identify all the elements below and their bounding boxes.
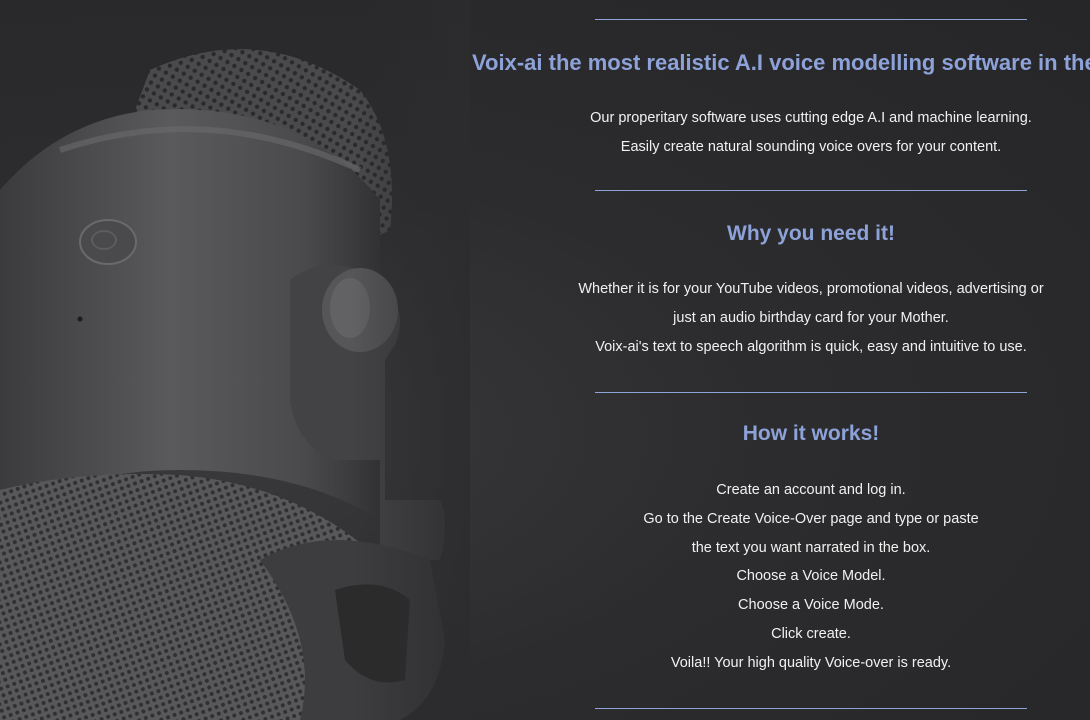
how-step: Choose a Voice Mode. [738, 597, 884, 614]
how-step: Click create. [771, 625, 851, 642]
section-divider [595, 190, 1027, 191]
how-step: Create an account and log in. [716, 482, 906, 498]
how-steps: Create an account and log in. Go to the … [470, 476, 1090, 678]
hero-description: Our properitary software uses cutting ed… [470, 104, 1090, 162]
how-step: Go to the Create Voice-Over page and typ… [643, 510, 979, 527]
content-column: Voix-ai the most realistic A.I voice mod… [470, 0, 1090, 720]
how-step: Voila!! Your high quality Voice-over is … [670, 654, 952, 671]
hero-line: Easily create natural sounding voice ove… [620, 138, 1002, 155]
hero-title: Voix-ai the most realistic A.I voice mod… [472, 50, 1090, 75]
why-line: Whether it is for your YouTube videos, p… [578, 281, 1044, 297]
how-step: Choose a Voice Model. [736, 568, 886, 585]
hero-line: Our properitary software uses cutting ed… [590, 110, 1032, 126]
how-step: the text you want narrated in the box. [691, 539, 931, 556]
bottom-divider [595, 708, 1027, 709]
why-line: just an audio birthday card for your Mot… [673, 309, 949, 326]
how-heading: How it works! [742, 422, 880, 445]
top-divider [595, 19, 1027, 20]
why-line: Voix-ai's text to speech algorithm is qu… [595, 338, 1027, 355]
why-description: Whether it is for your YouTube videos, p… [470, 275, 1090, 361]
section-divider [595, 392, 1027, 393]
microphone-background-image [0, 0, 470, 720]
why-heading: Why you need it! [727, 222, 895, 245]
landing-page: Voix-ai the most realistic A.I voice mod… [0, 0, 1090, 720]
